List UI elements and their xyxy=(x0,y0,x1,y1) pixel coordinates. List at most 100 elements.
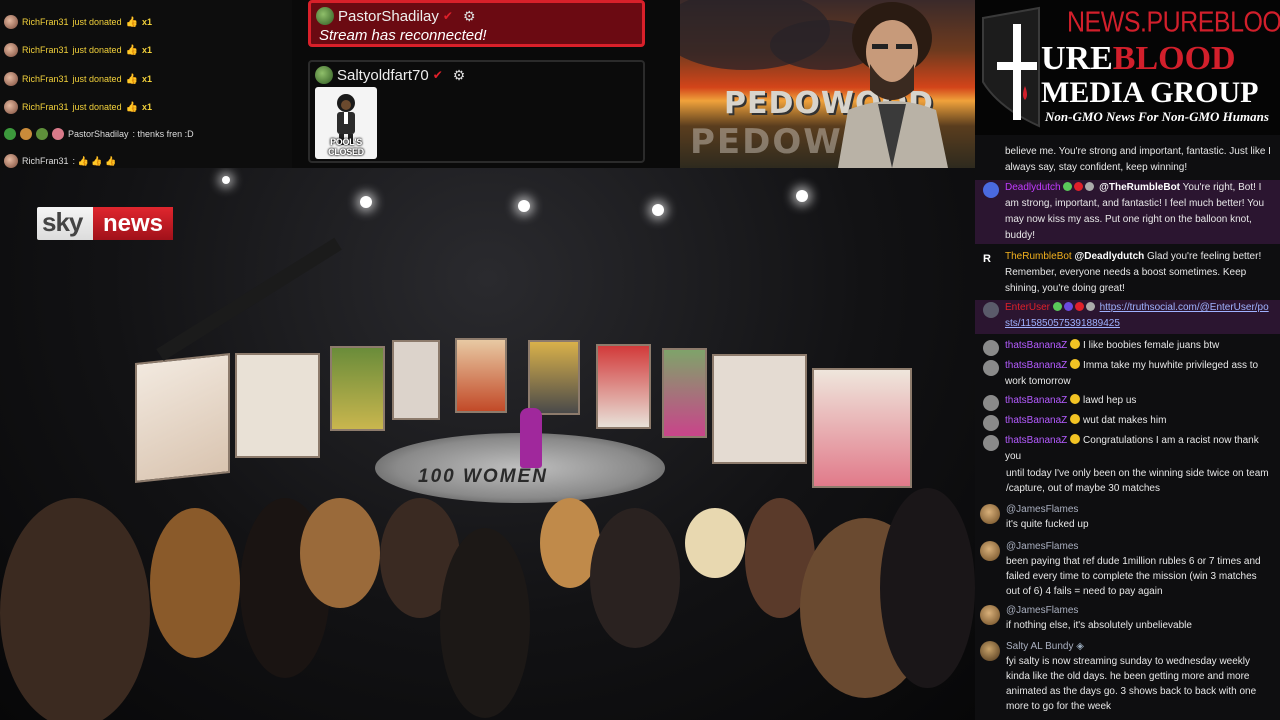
chat-message: @JamesFlames if nothing else, it's absol… xyxy=(975,603,1280,633)
sky-news-logo: sky news xyxy=(37,207,173,240)
chat-username[interactable]: @JamesFlames xyxy=(1006,539,1078,554)
chat-username[interactable]: @JamesFlames xyxy=(1006,603,1078,618)
user-alert: Saltyoldfart70 ✔ ⚙ POOL'S CLOSED xyxy=(308,60,645,163)
reconnect-alert: PastorShadilay ✔ ⚙ Stream has reconnecte… xyxy=(308,0,645,47)
feed-chat-text: : 👍 👍 👍 xyxy=(72,155,117,166)
avatar xyxy=(4,15,18,29)
chat-username-text: Salty AL Bundy xyxy=(1006,641,1074,652)
pools-closed-image: POOL'S CLOSED xyxy=(315,87,377,159)
chat-username[interactable]: EnterUser xyxy=(1005,302,1050,313)
chat-username[interactable]: thatsBananaZ xyxy=(1005,360,1067,371)
chat-username[interactable]: TheRumbleBot xyxy=(1005,251,1072,262)
thumbs-up-icon: 👍 xyxy=(125,16,139,28)
donation-row: RichFran31 just donated 👍 x1 xyxy=(4,40,152,60)
logo-line-1a: URE xyxy=(1041,40,1113,77)
avatar xyxy=(4,154,18,168)
message-text: it's quite fucked up xyxy=(1006,519,1089,530)
donation-row: RichFran31 just donated 👍 x1 xyxy=(4,12,152,32)
image-caption: POOL'S CLOSED xyxy=(328,137,364,157)
mention: @Deadlydutch xyxy=(1074,251,1145,262)
badge-icon xyxy=(1052,302,1062,311)
feed-chat-row: PastorShadilay : thenks fren :D xyxy=(4,124,194,144)
emote-icon xyxy=(1070,394,1081,404)
pepe-badge-icon xyxy=(20,128,32,140)
badge-icon xyxy=(1063,182,1073,191)
chat-message: @JamesFlames it's quite fucked up xyxy=(975,502,1280,532)
avatar xyxy=(315,66,333,84)
chat-message: Deadlydutch @TheRumbleBot You're right, … xyxy=(975,180,1280,244)
donor-name: RichFran31 xyxy=(22,74,69,84)
donation-text: just donated xyxy=(72,102,122,112)
presenter xyxy=(520,408,542,468)
chat-username[interactable]: thatsBananaZ xyxy=(1005,435,1067,446)
diamond-badge-icon: ◈ xyxy=(1076,641,1084,652)
donation-row: RichFran31 just donated 👍 x1 xyxy=(4,97,152,117)
gear-icon[interactable]: ⚙ xyxy=(463,8,476,25)
chat-username[interactable]: thatsBananaZ xyxy=(1005,340,1067,351)
chat-alerts: PastorShadilay ✔ ⚙ Stream has reconnecte… xyxy=(292,0,680,168)
message-text: fyi salty is now streaming sunday to wed… xyxy=(1006,656,1257,712)
frog-badge-icon xyxy=(4,128,16,140)
alert-message: Stream has reconnected! xyxy=(319,27,487,44)
logo-line-1: UREBLOOD xyxy=(1041,40,1236,78)
pepe-badge-icon xyxy=(36,128,48,140)
pureblood-logo: NEWS.PUREBLOOD.MEDIA UREBLOOD MEDIA GROU… xyxy=(975,0,1280,135)
avatar xyxy=(4,43,18,57)
message-text: believe me. You're strong and important,… xyxy=(1005,146,1271,173)
donation-amount: x1 xyxy=(142,45,153,55)
message-text: if nothing else, it's absolutely unbelie… xyxy=(1006,620,1192,631)
donation-feed: RichFran31 just donated 👍 x1 RichFran31 … xyxy=(0,0,292,168)
donation-amount: x1 xyxy=(142,102,153,112)
badge-icon xyxy=(1063,302,1073,311)
alert-header: PastorShadilay ✔ ⚙ xyxy=(316,7,476,25)
badge-icon xyxy=(1074,302,1084,311)
logo-line-2: MEDIA GROUP xyxy=(1041,76,1259,109)
badge-icon xyxy=(1074,182,1084,191)
alert-header: Saltyoldfart70 ✔ ⚙ xyxy=(315,66,465,84)
donation-text: just donated xyxy=(72,74,122,84)
emote-icon xyxy=(1070,434,1081,444)
chat-username[interactable]: Deadlydutch xyxy=(1005,182,1061,193)
alert-username: Saltyoldfart70 xyxy=(337,66,429,84)
emote-icon xyxy=(1070,414,1081,424)
message-text: been paying that ref dude 1million ruble… xyxy=(1006,556,1261,597)
message-text: lawd hep us xyxy=(1083,395,1137,406)
avatar xyxy=(316,7,334,25)
feed-chat-user: RichFran31 xyxy=(22,156,69,166)
avatar xyxy=(4,72,18,86)
pedowood-banner: PEDOWOOD PEDOWOOD xyxy=(680,0,975,168)
donation-amount: x1 xyxy=(142,17,153,27)
chat-username[interactable]: Salty AL Bundy ◈ xyxy=(1006,639,1084,654)
emote-icon xyxy=(1070,339,1081,349)
video-player[interactable]: 100 WOMEN sky news xyxy=(0,168,975,720)
thumbs-up-icon: 👍 xyxy=(125,44,139,56)
thumbs-up-icon: 👍 xyxy=(125,73,139,85)
chat-message: @JamesFlames been paying that ref dude 1… xyxy=(975,539,1280,599)
news-logo-text: news xyxy=(93,207,173,240)
gear-icon[interactable]: ⚙ xyxy=(453,67,466,84)
live-chat: believe me. You're strong and important,… xyxy=(975,135,1280,720)
badge-icon xyxy=(1085,182,1095,191)
avatar xyxy=(983,360,999,376)
message-text: wut dat makes him xyxy=(1083,415,1167,426)
feed-chat-user: PastorShadilay xyxy=(68,129,129,139)
man-portrait-icon xyxy=(838,2,948,168)
donation-amount: x1 xyxy=(142,74,153,84)
chat-message: EnterUser https://truthsocial.com/@Enter… xyxy=(975,300,1280,334)
sky-logo-text: sky xyxy=(42,207,83,237)
emote-icon xyxy=(1070,359,1081,369)
rumble-bot-icon: R xyxy=(983,253,991,265)
chat-message: until today I've only been on the winnin… xyxy=(975,466,1280,496)
logo-url: NEWS.PUREBLOOD.MEDIA xyxy=(1067,6,1280,39)
chat-username[interactable]: thatsBananaZ xyxy=(1005,395,1067,406)
thumbs-up-icon: 👍 xyxy=(125,101,139,113)
message-text: until today I've only been on the winnin… xyxy=(1006,468,1269,494)
avatar xyxy=(983,395,999,411)
chat-username[interactable]: thatsBananaZ xyxy=(1005,415,1067,426)
badge-icon xyxy=(1085,302,1095,311)
donation-text: just donated xyxy=(72,17,122,27)
donation-text: just donated xyxy=(72,45,122,55)
stage-text: 100 WOMEN xyxy=(418,466,548,487)
chat-username[interactable]: @JamesFlames xyxy=(1006,502,1078,517)
message-text: I like boobies female juans btw xyxy=(1083,340,1220,351)
